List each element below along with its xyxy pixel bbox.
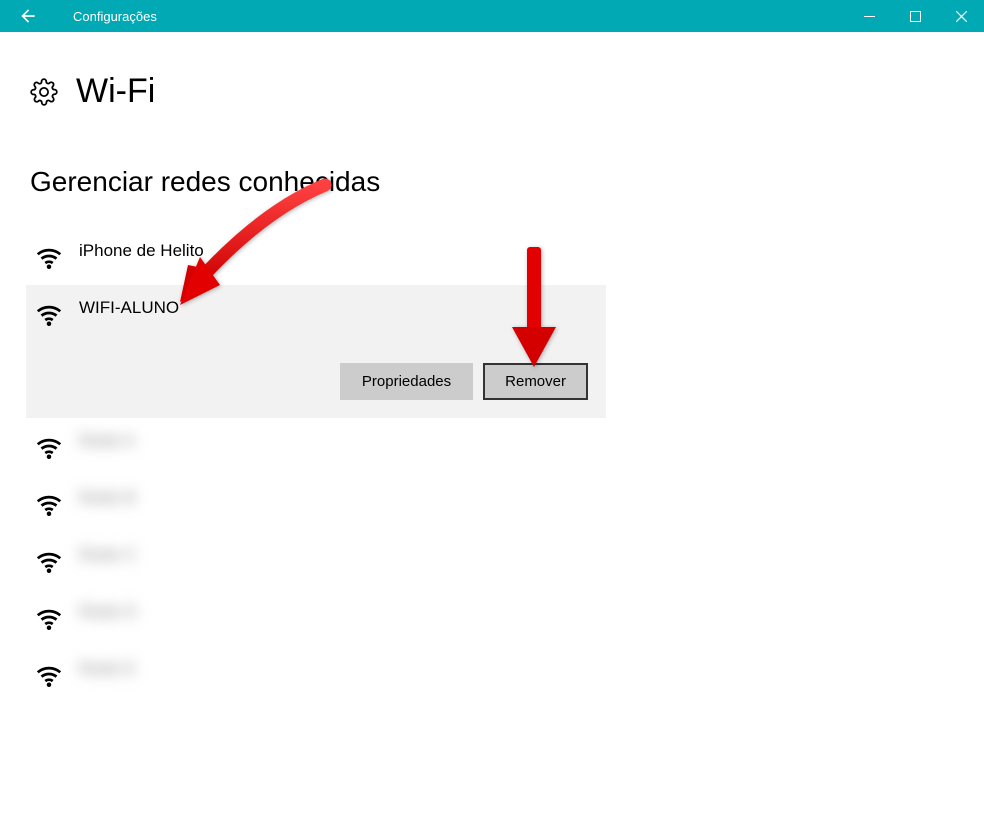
titlebar: Configurações [0, 0, 984, 32]
network-item[interactable]: Rede C [26, 532, 606, 589]
network-name: iPhone de Helito [79, 241, 598, 261]
network-name: Rede A [79, 431, 598, 451]
section-title: Gerenciar redes conhecidas [30, 166, 954, 198]
wifi-icon [34, 661, 64, 691]
back-button[interactable] [0, 0, 55, 32]
network-body: Rede D [64, 601, 598, 622]
page-header: Wi-Fi [30, 72, 954, 111]
wifi-icon [34, 433, 64, 463]
maximize-icon [910, 11, 921, 22]
minimize-icon [864, 11, 875, 22]
content-area: Wi-Fi Gerenciar redes conhecidas iPhone … [0, 32, 984, 703]
network-item[interactable]: iPhone de Helito [26, 228, 606, 285]
window-controls [846, 0, 984, 32]
maximize-button[interactable] [892, 0, 938, 32]
remove-button[interactable]: Remover [483, 363, 588, 400]
wifi-icon [34, 300, 64, 330]
minimize-button[interactable] [846, 0, 892, 32]
network-body: Rede E [64, 658, 598, 679]
network-name: WIFI-ALUNO [79, 298, 598, 318]
network-item[interactable]: Rede A [26, 418, 606, 475]
wifi-icon [34, 604, 64, 634]
network-body: WIFI-ALUNO Propriedades Remover [64, 297, 598, 400]
wifi-icon [34, 243, 64, 273]
properties-button[interactable]: Propriedades [340, 363, 473, 400]
network-item[interactable]: Rede B [26, 475, 606, 532]
gear-icon [30, 78, 58, 106]
window-title: Configurações [73, 9, 157, 24]
network-item[interactable]: Rede D [26, 589, 606, 646]
back-arrow-icon [18, 6, 38, 26]
network-name: Rede E [79, 659, 598, 679]
network-list: iPhone de Helito WIFI-ALUNO Propriedades R… [26, 228, 954, 703]
wifi-icon [34, 490, 64, 520]
network-actions: Propriedades Remover [64, 363, 598, 400]
wifi-icon [34, 547, 64, 577]
network-item[interactable]: WIFI-ALUNO Propriedades Remover [26, 285, 606, 418]
network-body: Rede B [64, 487, 598, 508]
page-title: Wi-Fi [76, 72, 155, 111]
close-icon [956, 11, 967, 22]
network-name: Rede C [79, 545, 598, 565]
network-body: Rede C [64, 544, 598, 565]
network-name: Rede D [79, 602, 598, 622]
network-body: Rede A [64, 430, 598, 451]
network-name: Rede B [79, 488, 598, 508]
network-body: iPhone de Helito [64, 240, 598, 261]
network-item[interactable]: Rede E [26, 646, 606, 703]
close-button[interactable] [938, 0, 984, 32]
